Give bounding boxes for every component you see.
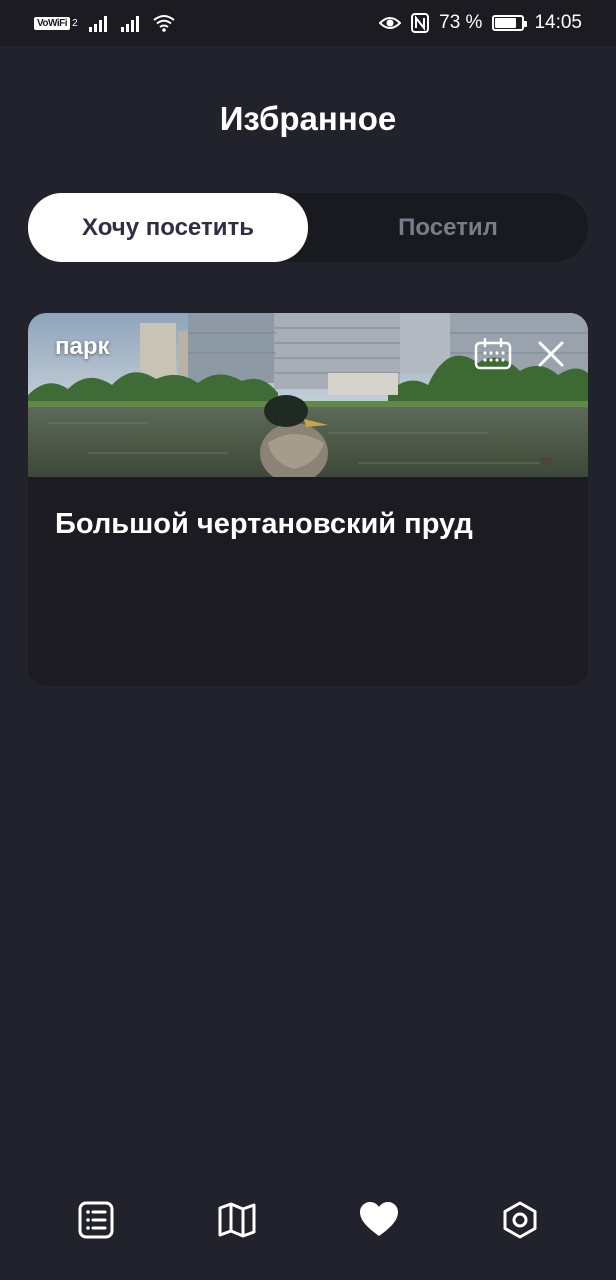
place-card[interactable]: парк Большой чертановский пруд <box>28 313 588 686</box>
status-right: 73 % 14:05 <box>379 12 582 34</box>
clock: 14:05 <box>534 12 582 33</box>
close-icon[interactable] <box>532 335 570 373</box>
tab-want-to-visit[interactable]: Хочу посетить <box>28 193 308 262</box>
place-title: Большой чертановский пруд <box>55 508 473 540</box>
tabs: Хочу посетить Посетил <box>28 193 588 262</box>
signal-icon <box>88 16 107 32</box>
nfc-icon <box>411 13 430 33</box>
card-actions <box>474 335 570 373</box>
heart-icon[interactable] <box>349 1190 409 1250</box>
battery-level <box>495 18 516 28</box>
settings-icon[interactable] <box>490 1190 550 1250</box>
battery-icon <box>492 15 528 31</box>
battery-percent: 73 % <box>439 12 483 33</box>
category-tag: парк <box>55 333 110 360</box>
sim-number: 2 <box>72 17 78 29</box>
favorites-screen: VoWiFi 2 73 % 14:05 Избранное Хочу посет… <box>0 0 616 1280</box>
signal-icon <box>120 16 139 32</box>
tab-visited[interactable]: Посетил <box>308 193 588 262</box>
status-left: VoWiFi 2 <box>34 14 176 32</box>
wifi-icon <box>153 15 175 32</box>
calendar-icon[interactable] <box>474 335 512 373</box>
eye-icon <box>379 17 402 29</box>
bottom-nav <box>0 1190 616 1250</box>
list-icon[interactable] <box>66 1190 126 1250</box>
status-bar: VoWiFi 2 73 % 14:05 <box>0 0 616 46</box>
map-icon[interactable] <box>207 1190 267 1250</box>
page-title: Избранное <box>219 100 397 137</box>
pond-photo: парк <box>28 313 588 477</box>
vowifi-badge: VoWiFi <box>34 16 71 30</box>
